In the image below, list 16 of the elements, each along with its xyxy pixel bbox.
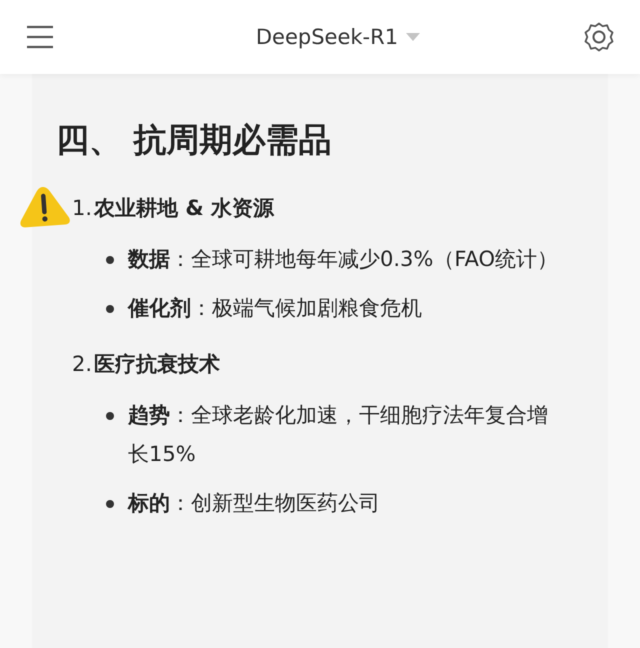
bullet-text: 数据：全球可耕地每年减少0.3%（FAO统计） <box>128 246 558 273</box>
bullet-dot <box>106 305 114 313</box>
list-number: 1. <box>72 195 92 222</box>
bullet-text: 催化剂：极端气候加剧粮食危机 <box>128 295 422 322</box>
settings-icon[interactable] <box>582 20 616 54</box>
bullet-dot <box>106 412 114 420</box>
bullet-dot <box>106 500 114 508</box>
item-title: 医疗抗衰技术 <box>94 351 220 378</box>
list-number: 2. <box>72 351 92 378</box>
bullet-text: 标的：创新型生物医药公司 <box>128 490 380 517</box>
menu-icon[interactable] <box>26 25 54 49</box>
bullet-dot <box>106 256 114 264</box>
model-title[interactable]: DeepSeek-R1 <box>256 25 398 49</box>
bullet-text: 趋势：全球老龄化加速，干细胞疗法年复合增长15% <box>128 402 549 468</box>
section-heading: 四、 抗周期必需品 <box>56 119 332 161</box>
item-title: 农业耕地 & 水资源 <box>94 195 274 222</box>
